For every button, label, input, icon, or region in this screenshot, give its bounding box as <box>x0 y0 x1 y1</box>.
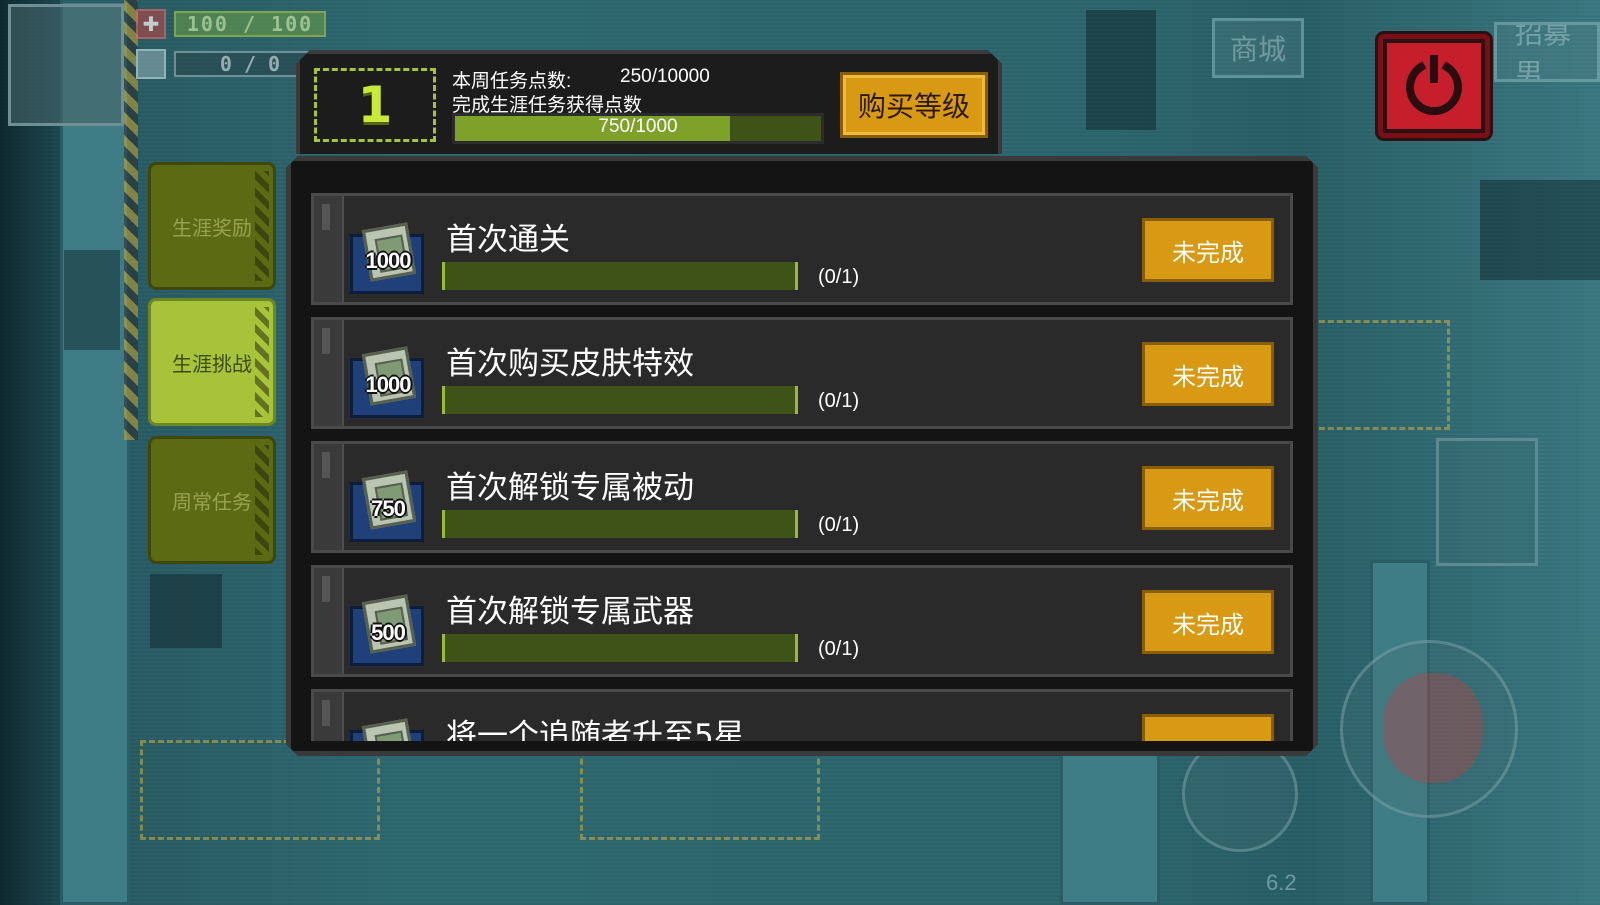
task-row: 500 首次解锁专属武器 (0/1) 未完成 <box>311 565 1293 677</box>
joystick-knob <box>1383 673 1483 783</box>
task-title: 将一个追随者升至5星 <box>446 718 745 741</box>
tab-weekly-tasks[interactable]: 周常任务 <box>148 436 276 564</box>
task-row: 1000 首次购买皮肤特效 (0/1) 未完成 <box>311 317 1293 429</box>
task-row: 750 首次解锁专属被动 (0/1) 未完成 <box>311 441 1293 553</box>
money-icon: 750 <box>350 472 426 544</box>
task-status-button[interactable]: 未完成 <box>1142 466 1274 530</box>
task-title: 首次解锁专属武器 <box>446 594 694 630</box>
task-title: 首次解锁专属被动 <box>446 470 694 506</box>
task-status-button[interactable] <box>1142 714 1274 741</box>
exit-power-button[interactable] <box>1378 34 1490 138</box>
reward-value: 1000 <box>365 248 411 273</box>
row-handle <box>314 692 344 741</box>
task-status-label: 未完成 <box>1172 238 1244 267</box>
task-status-label: 未完成 <box>1172 362 1244 391</box>
level-progress-bar: 750/1000 <box>452 113 824 144</box>
money-icon <box>350 720 426 741</box>
power-icon <box>1406 55 1462 116</box>
recruit-button[interactable]: 招募男 <box>1494 22 1600 82</box>
row-handle <box>314 568 344 674</box>
task-list-panel: 1000 首次通关 (0/1) 未完成 1000 首次购买皮肤特效 (0/1) … <box>286 156 1318 756</box>
bg-door <box>1060 740 1160 905</box>
task-progress-bar <box>442 634 798 662</box>
bg-machine <box>1480 180 1600 280</box>
task-progress-text: (0/1) <box>818 390 860 412</box>
weekly-points-value: 250/10000 <box>620 66 710 87</box>
reward-value: 1000 <box>365 372 411 397</box>
reward-value: 750 <box>371 496 405 521</box>
money-icon: 1000 <box>350 348 426 420</box>
recruit-label: 招募男 <box>1515 22 1572 82</box>
level-progress-text: 750/1000 <box>598 116 678 137</box>
task-progress-bar <box>442 386 798 414</box>
shop-label: 商城 <box>1229 33 1286 66</box>
reward-value: 500 <box>371 620 405 645</box>
bg-terminal <box>150 574 222 648</box>
bg-shelf <box>1086 10 1156 130</box>
task-progress-text: (0/1) <box>818 638 860 660</box>
heart-icon: ✚ <box>136 9 166 39</box>
row-handle <box>314 320 344 426</box>
tab-label: 周常任务 <box>172 489 252 514</box>
shield-icon <box>136 49 166 79</box>
hp-bar: 100 / 100 <box>174 11 326 37</box>
task-progress-bar <box>442 510 798 538</box>
level-badge: 1 <box>314 68 436 142</box>
row-handle <box>314 196 344 302</box>
version-label: 6.2 <box>1266 870 1297 895</box>
bg-console <box>64 250 120 350</box>
task-row: 将一个追随者升至5星 <box>311 689 1293 741</box>
task-status-button[interactable]: 未完成 <box>1142 590 1274 654</box>
task-progress-text: (0/1) <box>818 514 860 536</box>
player-portrait <box>8 4 124 126</box>
task-status-label: 未完成 <box>1172 486 1244 515</box>
level-number: 1 <box>357 76 393 134</box>
task-status-button[interactable]: 未完成 <box>1142 342 1274 406</box>
cash-stack <box>362 718 416 741</box>
money-icon: 1000 <box>350 224 426 296</box>
bg-pillar <box>60 0 130 905</box>
career-header-panel: 1 本周任务点数: 250/10000 完成生涯任务获得点数 750/1000 … <box>296 50 1002 154</box>
attack-joystick[interactable] <box>1340 640 1518 818</box>
tab-career-rewards[interactable]: 生涯奖励 <box>148 162 276 290</box>
task-title: 首次通关 <box>446 222 570 258</box>
row-handle <box>314 444 344 550</box>
task-status-button[interactable]: 未完成 <box>1142 218 1274 282</box>
task-row: 1000 首次通关 (0/1) 未完成 <box>311 193 1293 305</box>
bg-floor-marking <box>1310 320 1450 430</box>
task-progress-text: (0/1) <box>818 266 860 288</box>
buy-level-button[interactable]: 购买等级 <box>840 72 988 138</box>
task-list[interactable]: 1000 首次通关 (0/1) 未完成 1000 首次购买皮肤特效 (0/1) … <box>311 193 1293 741</box>
tab-label: 生涯挑战 <box>172 351 252 376</box>
weapon-slot[interactable] <box>1436 438 1538 566</box>
money-icon: 500 <box>350 596 426 668</box>
task-progress-bar <box>442 262 798 290</box>
tab-career-challenge[interactable]: 生涯挑战 <box>148 298 276 426</box>
tab-label: 生涯奖励 <box>172 215 252 240</box>
task-status-label: 未完成 <box>1172 610 1244 639</box>
weekly-points-label: 本周任务点数: <box>452 71 572 92</box>
buy-level-label: 购买等级 <box>857 90 970 123</box>
task-title: 首次购买皮肤特效 <box>446 346 694 382</box>
hp-display: ✚ 100 / 100 <box>136 8 332 40</box>
shop-button[interactable]: 商城 <box>1212 18 1304 78</box>
